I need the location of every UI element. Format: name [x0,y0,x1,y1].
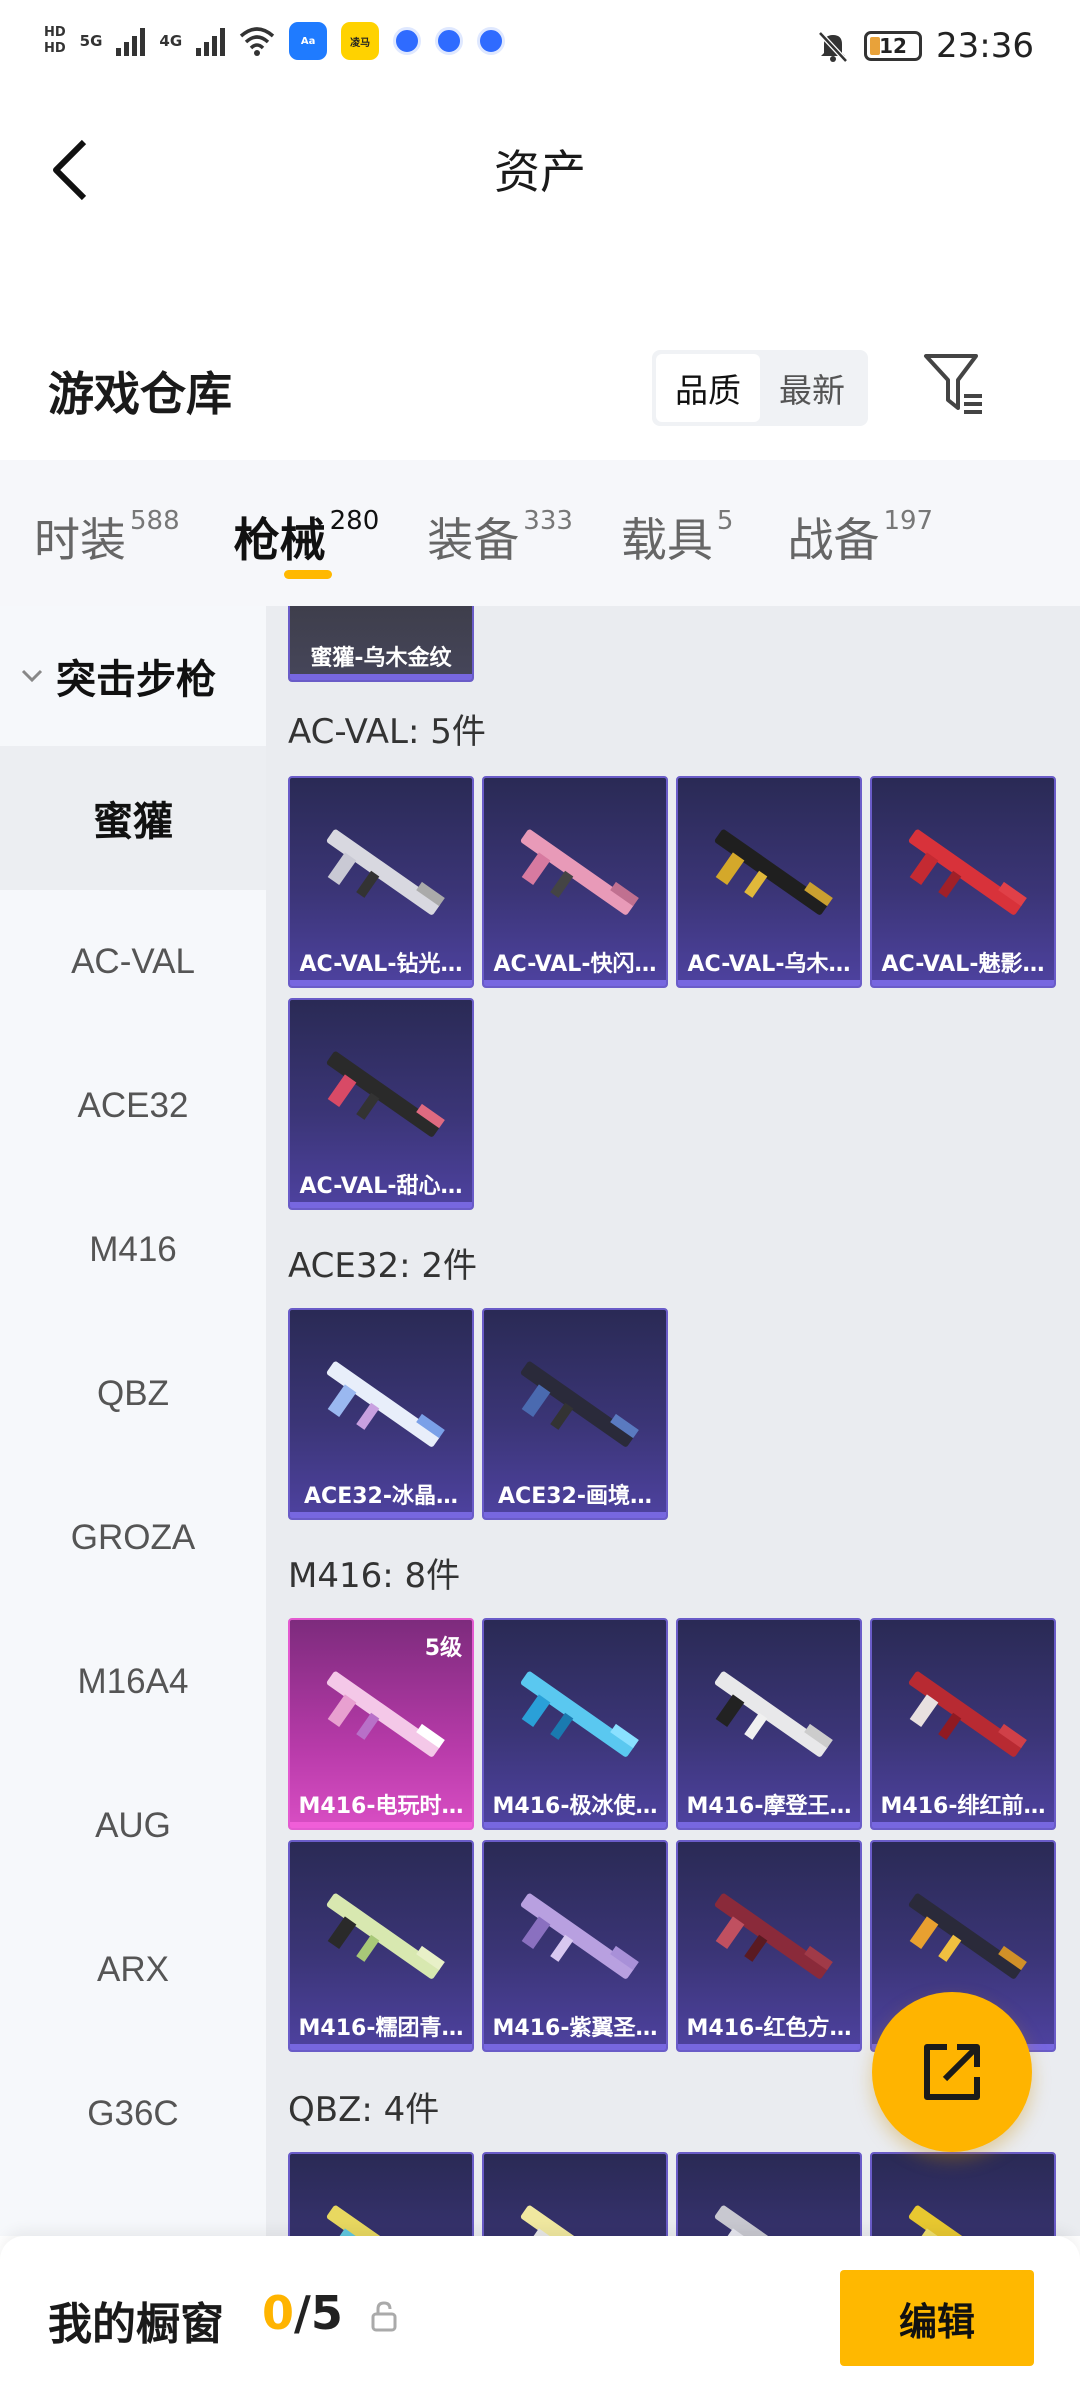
signal-icon [196,26,226,56]
rifle-icon [714,2205,829,2236]
status-bar: HD HD 5G 4G Aa 凌马 12 23:36 [0,0,1080,100]
tab-guns[interactable]: 枪械 280 [234,460,379,606]
sidebar-item-g36c[interactable]: G36C [0,2042,266,2186]
group-title: ACE32: 2件 [288,1246,478,1286]
sidebar-item-aug[interactable]: AUG [0,1754,266,1898]
weapon-type-nav: 突击步枪 蜜獾 AC-VAL ACE32 M416 QBZ GROZA M16A… [0,606,266,2236]
app-notification-icon [435,27,464,55]
bell-off-icon [818,31,848,63]
app-notification-icon [477,27,506,55]
rifle-icon [520,829,639,915]
share-icon [924,2044,980,2100]
rifle-icon [520,1893,639,1979]
sidebar-item-arx[interactable]: ARX [0,1898,266,2042]
tab-fashion[interactable]: 时装 588 [34,460,180,606]
share-button[interactable] [872,1992,1032,2152]
weapon-card[interactable]: AC-VAL-钻光… [288,776,474,988]
weapon-card[interactable]: ACE32-冰晶… [288,1308,474,1520]
sidebar-item-ace32[interactable]: ACE32 [0,1034,266,1178]
weapon-card[interactable]: M416-摩登王… [676,1618,862,1830]
sidebar-item-ac-val[interactable]: AC-VAL [0,890,266,1034]
tab-active-indicator [283,570,332,579]
sidebar-item-groza[interactable]: GROZA [0,1466,266,1610]
weapon-card[interactable]: AC-VAL-乌木… [676,776,862,988]
weapon-card[interactable] [482,2152,668,2236]
warehouse-header: 游戏仓库 品质 最新 [0,330,1080,460]
weapon-card[interactable]: M416-极冰使… [482,1618,668,1830]
group-title: M416: 8件 [288,1556,461,1596]
clock: 23:36 [936,26,1034,66]
showcase-title: 我的橱窗 [48,2299,224,2350]
network-4g: 4G [159,32,183,50]
group-title: AC-VAL: 5件 [288,712,486,752]
rifle-icon [520,1671,639,1757]
section-title: 游戏仓库 [48,367,232,421]
app-notification-icon: Aa [289,22,328,60]
sidebar-item-m416[interactable]: M416 [0,1178,266,1322]
sidebar-item-qbz[interactable]: QBZ [0,1322,266,1466]
sort-option-quality[interactable]: 品质 [656,354,760,422]
status-right: 12 23:36 [816,26,1034,66]
showcase-count: 0/5 [262,2286,343,2340]
chevron-down-icon [21,669,43,683]
lock-icon [371,2301,397,2332]
signal-icon [116,26,146,56]
weapon-card[interactable]: AC-VAL-快闪… [482,776,668,988]
title-bar: 资产 [0,100,1080,240]
rifle-icon [520,1361,639,1447]
rifle-icon [714,829,833,915]
rifle-icon [714,1671,833,1757]
rifle-icon [714,1893,833,1979]
rifle-icon [326,1893,445,1979]
showcase-bar: 我的橱窗 0/5 编辑 [0,2236,1080,2400]
status-left: HD HD 5G 4G Aa 凌马 [44,22,506,60]
rifle-icon [326,829,445,915]
sidebar-item-honey-badger[interactable]: 蜜獾 [0,746,266,890]
level-badge: 5级 [424,1636,462,1661]
rifle-icon [326,1051,445,1137]
rifle-icon [326,1671,445,1757]
sort-option-latest[interactable]: 最新 [760,354,864,422]
wifi-icon [240,27,275,56]
rifle-icon [908,1893,1027,1979]
weapon-card[interactable]: M416-红色方… [676,1840,862,2052]
sort-toggle: 品质 最新 [652,350,868,426]
weapon-card[interactable]: M416-糯团青… [288,1840,474,2052]
weapon-card[interactable]: M416-绯红前… [870,1618,1056,1830]
weapon-card[interactable]: ACE32-画境… [482,1308,668,1520]
rifle-icon [908,2205,1023,2236]
weapon-card[interactable]: 5级 M416-电玩时… [288,1618,474,1830]
weapon-card[interactable]: M416-紫翼圣… [482,1840,668,2052]
weapon-card[interactable] [676,2152,862,2236]
sidebar-item-m16a4[interactable]: M16A4 [0,1610,266,1754]
weapon-card[interactable]: AC-VAL-甜心… [288,998,474,1210]
page-title: 资产 [494,145,586,199]
weapon-card[interactable]: 蜜獾-乌木金纹 [288,606,474,682]
filter-icon [924,354,982,414]
edit-button[interactable]: 编辑 [840,2270,1034,2366]
network-5g: 5G [79,32,103,50]
category-tabs: 时装 588 枪械 280 装备 333 载具 5 战备 197 [0,460,1080,606]
rifle-icon [908,1671,1027,1757]
tab-vehicles[interactable]: 载具 5 [621,460,734,606]
group-title: QBZ: 4件 [288,2090,440,2130]
hd-indicator: HD HD [44,25,66,56]
rifle-icon [908,829,1027,915]
tab-equipment[interactable]: 装备 333 [427,460,573,606]
app-notification-icon [393,27,422,55]
app-notification-icon: 凌马 [341,22,380,60]
weapon-card[interactable] [870,2152,1056,2236]
filter-button[interactable] [922,350,986,420]
battery-indicator: 12 [864,31,923,61]
nav-group-assault-rifles[interactable]: 突击步枪 [0,606,266,746]
rifle-icon [326,1361,445,1447]
rifle-icon [326,2205,441,2236]
rifle-icon [520,2205,635,2236]
weapon-card[interactable]: AC-VAL-魅影… [870,776,1056,988]
tab-supplies[interactable]: 战备 197 [787,460,933,606]
weapon-card[interactable] [288,2152,474,2236]
